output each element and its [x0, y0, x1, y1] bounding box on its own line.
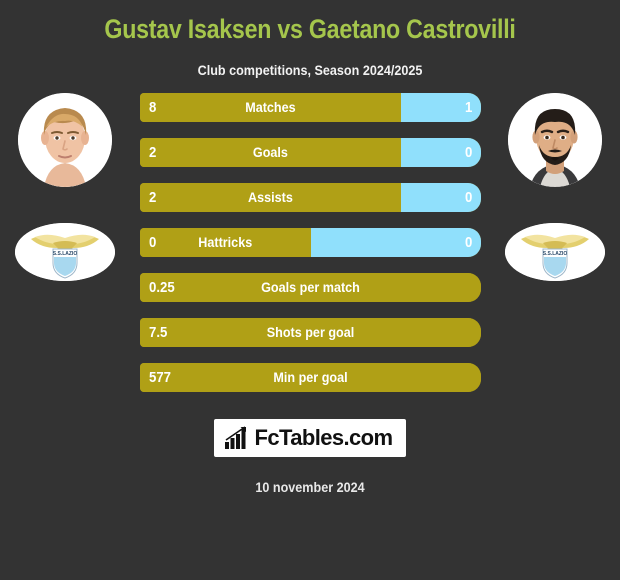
page-header: Gustav Isaksen vs Gaetano Castrovilli Cl… [0, 0, 620, 79]
page-title: Gustav Isaksen vs Gaetano Castrovilli [104, 14, 516, 44]
player-right-panel: S.S.LAZIO [490, 93, 620, 413]
stat-value-right: 0 [464, 234, 472, 251]
page-footer: FcTables.com 10 november 2024 [0, 419, 620, 495]
comparison-area: S.S.LAZIO 8 1 Matches 2 0 Goals 2 0 Assists 0 0 Hat… [0, 93, 620, 413]
fctables-logo[interactable]: FcTables.com [213, 419, 407, 457]
player-right-club-crest: S.S.LAZIO [505, 223, 605, 281]
ss-lazio-crest-icon: S.S.LAZIO [505, 223, 605, 281]
stat-label: Goals [252, 144, 288, 160]
stats-bar-list: 8 1 Matches 2 0 Goals 2 0 Assists 0 0 Hattricks 0.25… [140, 93, 481, 408]
stat-row: 2 0 Goals [140, 138, 481, 167]
page-date: 10 november 2024 [255, 479, 365, 495]
fctables-logo-text: FcTables.com [254, 425, 393, 450]
player-left-panel: S.S.LAZIO [0, 93, 130, 413]
stat-row: 577 Min per goal [140, 363, 481, 392]
stat-row: 2 0 Assists [140, 183, 481, 212]
player-photo-gaetano-castrovilli-icon [508, 93, 602, 187]
stat-label: Goals per match [261, 279, 360, 295]
player-photo-gustav-isaksen-icon [18, 93, 112, 187]
stat-label: Assists [248, 189, 293, 205]
page-subtitle: Club competitions, Season 2024/2025 [197, 62, 423, 78]
stat-label: Shots per goal [266, 324, 355, 340]
player-left-club-crest: S.S.LAZIO [15, 223, 115, 281]
stat-label: Matches [245, 99, 296, 115]
stat-row: 7.5 Shots per goal [140, 318, 481, 347]
stat-row: 8 1 Matches [140, 93, 481, 122]
stat-row: 0.25 Goals per match [140, 273, 481, 302]
stat-label: Min per goal [273, 369, 348, 385]
svg-text:S.S.LAZIO: S.S.LAZIO [53, 251, 78, 257]
stat-row: 0 0 Hattricks [140, 228, 481, 257]
stat-value-right: 0 [464, 144, 472, 161]
stat-value-right: 1 [464, 99, 472, 116]
ss-lazio-crest-icon: S.S.LAZIO [15, 223, 115, 281]
bar-chart-growth-icon [224, 426, 246, 449]
svg-text:S.S.LAZIO: S.S.LAZIO [543, 251, 568, 257]
player-left-photo [18, 93, 112, 187]
stat-label: Hattricks [198, 234, 253, 250]
player-right-photo [508, 93, 602, 187]
stat-bar-right [310, 228, 481, 257]
stat-value-right: 0 [464, 189, 472, 206]
